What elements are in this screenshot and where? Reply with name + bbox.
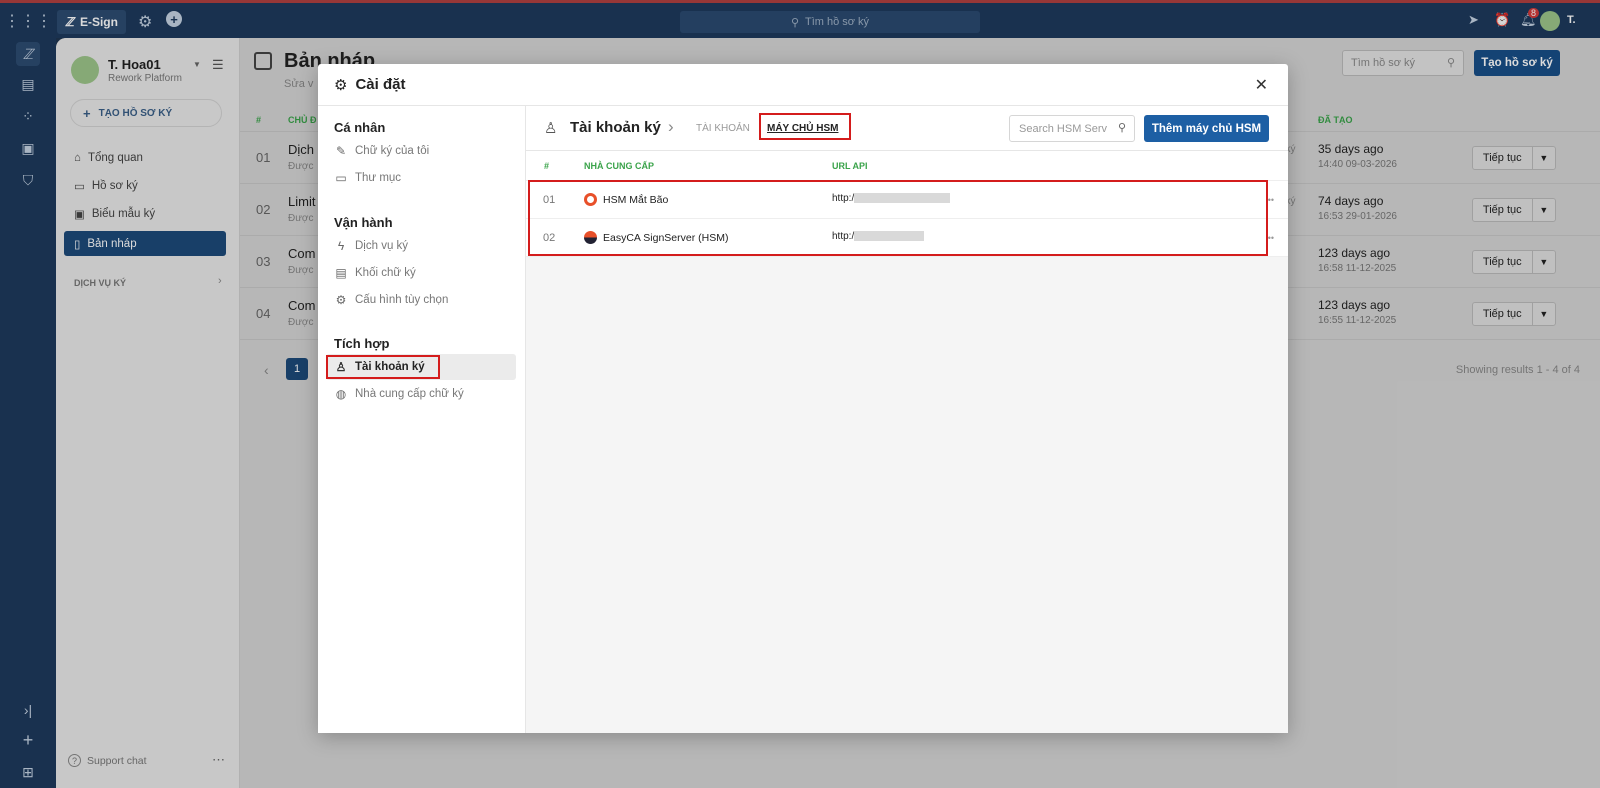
section-personal: Cá nhân <box>334 120 386 135</box>
hsm-provider: EasyCA SignServer (HSM) <box>603 232 729 244</box>
settings-modal: ⚙ Cài đặt ✕ Cá nhân ✎ Chữ ký của tôi ▭ Thư… <box>318 64 1288 733</box>
settings-item-label: Thư mục <box>355 172 402 184</box>
search-icon: ⚲ <box>1117 122 1126 134</box>
hsm-url: http:/ <box>832 193 951 204</box>
section-operations: Vận hành <box>334 215 393 230</box>
hsm-provider: HSM Mắt Bão <box>603 194 669 206</box>
easyca-logo-icon <box>584 231 597 244</box>
content-heading: Tài khoản ký <box>570 119 661 136</box>
modal-header: ⚙ Cài đặt ✕ <box>318 64 1288 106</box>
redacted-url <box>854 231 925 242</box>
gear-icon: ⚙ <box>334 76 348 94</box>
settings-item-signing-account[interactable]: ♙ Tài khoản ký <box>326 354 516 380</box>
hsm-table-header: # NHÀ CUNG CẤP URL API <box>526 151 1288 181</box>
settings-item-sign-service[interactable]: ϟ Dịch vụ ký <box>326 233 516 259</box>
settings-content: ♙ Tài khoản ký › TÀI KHOẢN MÁY CHỦ HSM S… <box>526 106 1288 733</box>
lightning-icon: ϟ <box>337 239 345 253</box>
block-icon: ▤ <box>335 266 347 280</box>
settings-item-label: Cấu hình tùy chọn <box>355 294 449 306</box>
modal-title: Cài đặt <box>355 76 406 93</box>
settings-item-label: Chữ ký của tôi <box>355 145 430 157</box>
settings-item-signature-provider[interactable]: ◍ Nhà cung cấp chữ ký <box>326 381 516 407</box>
user-account-icon: ♙ <box>335 360 347 374</box>
settings-item-my-signature[interactable]: ✎ Chữ ký của tôi <box>326 138 516 164</box>
folder-icon: ▭ <box>335 171 347 185</box>
settings-item-label: Nhà cung cấp chữ ký <box>355 388 464 400</box>
section-integration: Tích hợp <box>334 336 390 351</box>
col-provider: NHÀ CUNG CẤP <box>584 161 655 171</box>
settings-item-label: Dịch vụ ký <box>355 240 409 252</box>
add-hsm-server-button[interactable]: Thêm máy chủ HSM <box>1144 115 1269 142</box>
hsm-row[interactable]: 02 EasyCA SignServer (HSM) http:/ •• <box>526 219 1288 257</box>
settings-item-options[interactable]: ⚙ Cấu hình tùy chọn <box>326 287 516 313</box>
signature-icon: ✎ <box>335 144 347 158</box>
settings-item-label: Khối chữ ký <box>355 267 416 279</box>
hsm-search-placeholder: Search HSM Serv <box>1019 122 1108 135</box>
redacted-url <box>854 193 951 204</box>
hsm-url: http:/ <box>832 231 925 242</box>
chevron-right-icon: › <box>668 117 674 136</box>
hsm-search-input[interactable]: Search HSM Serv ⚲ <box>1009 115 1135 142</box>
matbao-logo-icon <box>584 193 597 206</box>
col-url: URL API <box>832 161 868 171</box>
user-account-icon: ♙ <box>544 120 558 137</box>
globe-icon: ◍ <box>335 387 347 401</box>
more-icon[interactable]: •• <box>1268 195 1274 205</box>
gear-icon: ⚙ <box>335 293 347 307</box>
settings-item-signature-block[interactable]: ▤ Khối chữ ký <box>326 260 516 286</box>
col-num: # <box>544 161 550 171</box>
close-icon[interactable]: ✕ <box>1255 75 1268 95</box>
more-icon[interactable]: •• <box>1268 233 1274 243</box>
settings-item-label: Tài khoản ký <box>355 361 425 373</box>
settings-item-folder[interactable]: ▭ Thư mục <box>326 165 516 191</box>
hsm-url-text: http:/ <box>832 193 855 204</box>
hsm-row-num: 01 <box>543 194 556 206</box>
hsm-url-text: http:/ <box>832 231 855 242</box>
settings-sidebar: Cá nhân ✎ Chữ ký của tôi ▭ Thư mục Vận hàn… <box>318 106 526 733</box>
hsm-row-num: 02 <box>543 232 556 244</box>
tab-account[interactable]: TÀI KHOẢN <box>696 123 750 134</box>
hsm-row[interactable]: 01 HSM Mắt Bão http:/ •• <box>526 181 1288 219</box>
content-toolbar: ♙ Tài khoản ký › TÀI KHOẢN MÁY CHỦ HSM S… <box>526 106 1288 151</box>
tab-hsm-server[interactable]: MÁY CHỦ HSM <box>767 123 838 134</box>
